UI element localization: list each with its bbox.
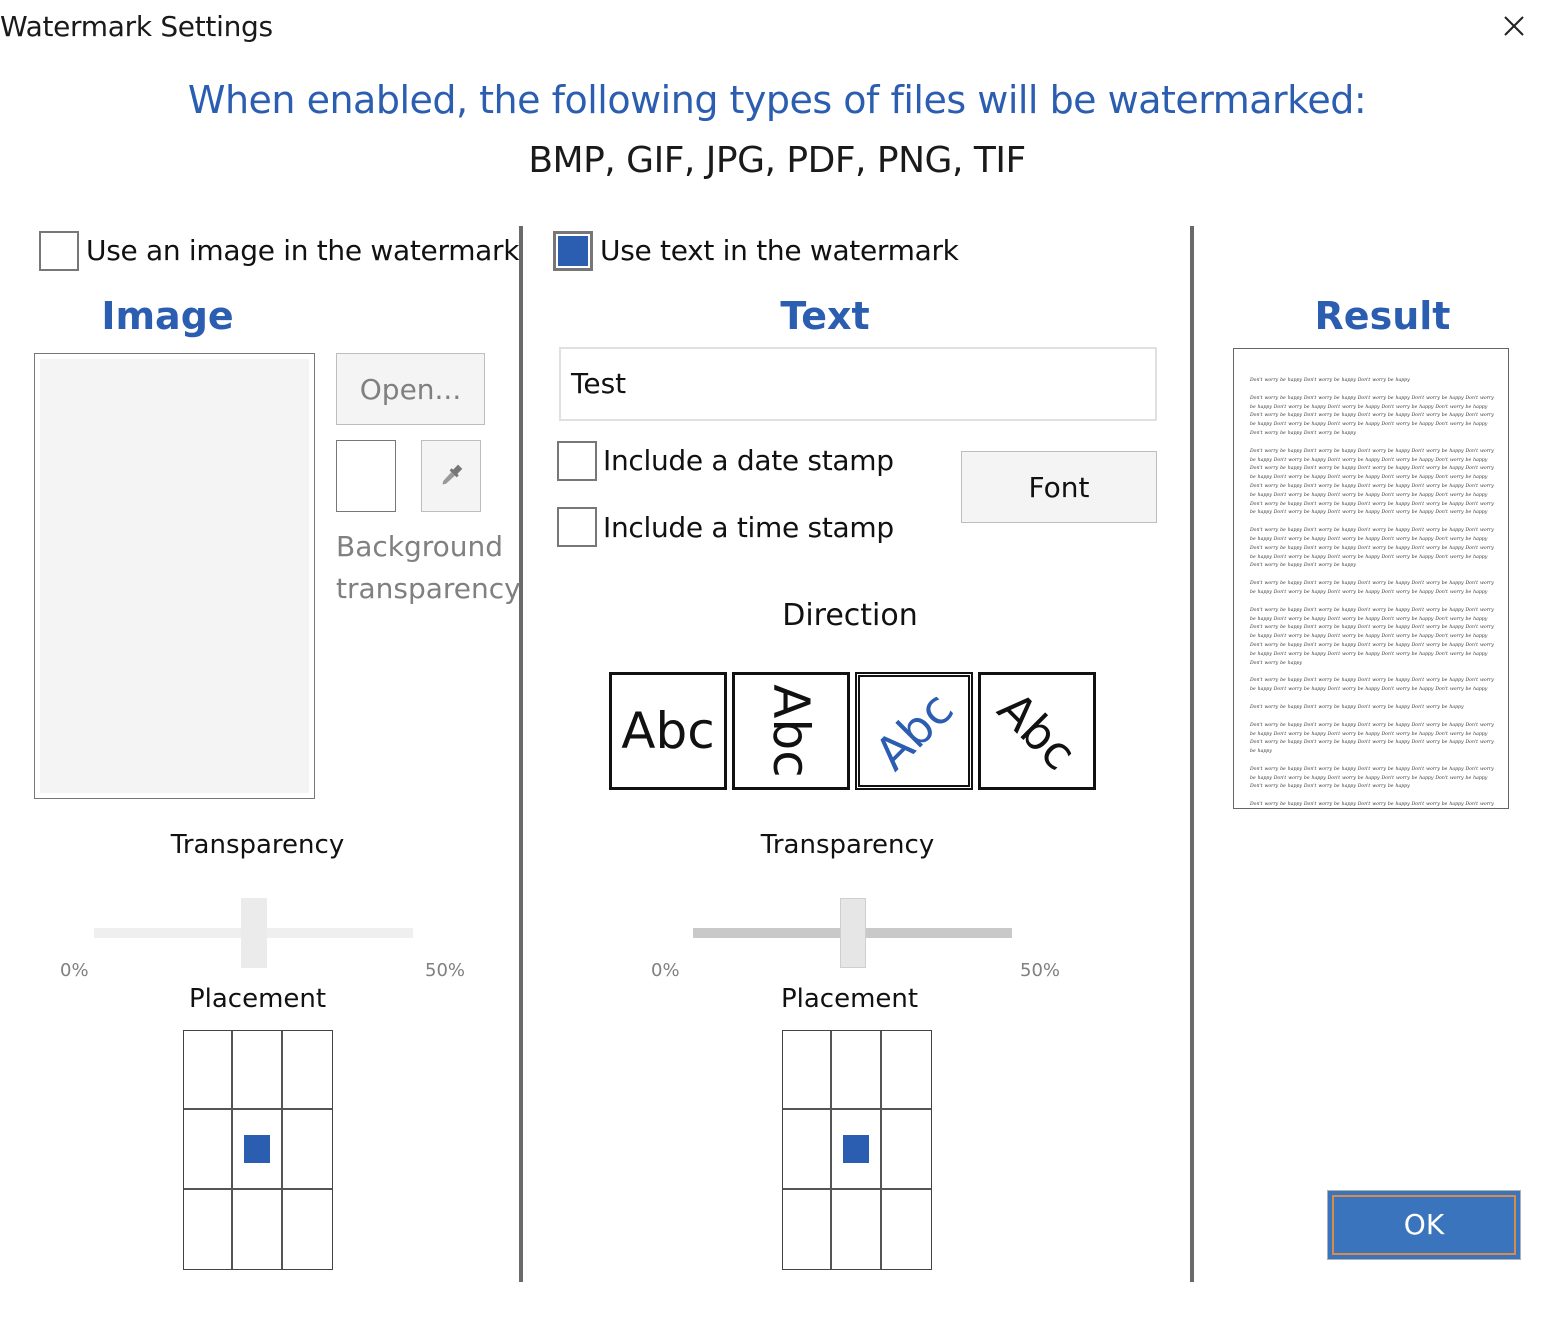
placement-bottom-center[interactable]	[832, 1189, 882, 1269]
close-button[interactable]	[1498, 10, 1530, 42]
image-placement-grid	[183, 1030, 333, 1270]
placement-middle-left[interactable]	[783, 1110, 833, 1190]
close-icon	[1504, 16, 1524, 36]
placement-top-center[interactable]	[832, 1031, 882, 1111]
text-slider-min: 0%	[651, 960, 680, 981]
image-slider-min: 0%	[60, 960, 89, 981]
preview-paragraph: Don't worry be happy Don't worry be happ…	[1250, 607, 1494, 666]
time-stamp-checkbox[interactable]	[557, 507, 597, 547]
placement-top-left[interactable]	[184, 1031, 234, 1111]
ok-button[interactable]: OK	[1327, 1190, 1521, 1260]
use-image-label: Use an image in the watermark	[86, 234, 520, 267]
divider-right	[1190, 226, 1194, 1282]
placement-top-left[interactable]	[783, 1031, 833, 1111]
direction-horizontal-sample: Abc	[621, 702, 715, 760]
date-stamp-label: Include a date stamp	[603, 444, 894, 477]
text-heading: Text	[780, 294, 870, 338]
open-image-button[interactable]: Open...	[336, 353, 485, 425]
preview-paragraph: Don't worry be happy Don't worry be happ…	[1250, 395, 1494, 436]
direction-vertical-sample: Abc	[762, 684, 820, 778]
placement-middle-right[interactable]	[881, 1110, 931, 1190]
direction-vertical[interactable]: Abc	[732, 672, 850, 790]
placement-middle-center[interactable]	[832, 1110, 882, 1190]
window-title: Watermark Settings	[0, 10, 273, 43]
result-heading: Result	[1314, 294, 1451, 338]
text-transparency-slider-thumb[interactable]	[839, 898, 866, 968]
preview-paragraph: Don't worry be happy Don't worry be happ…	[1250, 528, 1494, 569]
image-heading: Image	[101, 294, 234, 338]
preview-paragraph: Don't worry be happy Don't worry be happ…	[1250, 766, 1494, 790]
placement-top-center[interactable]	[233, 1031, 283, 1111]
background-transparency-label: Background transparency	[336, 530, 521, 605]
text-transparency-heading: Transparency	[760, 830, 935, 860]
preview-paragraph: Don't worry be happy Don't worry be happ…	[1250, 678, 1494, 693]
background-color-swatch[interactable]	[336, 440, 396, 512]
color-picker-button[interactable]	[421, 440, 481, 512]
divider-left	[519, 226, 523, 1282]
preview-paragraph: Don't worry be happy Don't worry be happ…	[1250, 581, 1494, 595]
preview-paragraph: Don't worry be happy Don't worry be happ…	[1250, 722, 1494, 755]
image-transparency-slider-thumb[interactable]	[240, 898, 267, 968]
watermark-text-input[interactable]: Test	[559, 347, 1157, 421]
preview-paragraph: Don't worry be happy Don't worry be happ…	[1250, 448, 1494, 516]
headline: When enabled, the following types of fil…	[187, 78, 1367, 122]
image-preview	[34, 353, 315, 799]
result-preview: Don't worry be happy Don't worry be happ…	[1233, 348, 1509, 809]
placement-middle-center[interactable]	[233, 1110, 283, 1190]
placement-middle-right[interactable]	[282, 1110, 332, 1190]
image-slider-max: 50%	[425, 960, 466, 981]
file-types: BMP, GIF, JPG, PDF, PNG, TIF	[528, 140, 1026, 181]
use-image-checkbox[interactable]	[39, 231, 79, 271]
placement-middle-left[interactable]	[184, 1110, 234, 1190]
placement-bottom-left[interactable]	[184, 1189, 234, 1269]
direction-diagonal-down-sample: Abc	[987, 681, 1087, 781]
text-slider-max: 50%	[1020, 960, 1061, 981]
image-transparency-heading: Transparency	[170, 830, 345, 860]
placement-bottom-right[interactable]	[882, 1190, 931, 1269]
use-text-label: Use text in the watermark	[600, 234, 959, 267]
direction-diagonal-up-sample: Abc	[864, 681, 964, 781]
preview-paragraph: Don't worry be happy Don't worry be happ…	[1250, 704, 1464, 710]
date-stamp-checkbox[interactable]	[557, 441, 597, 481]
use-text-checkbox[interactable]	[553, 231, 593, 271]
font-button[interactable]: Font	[961, 451, 1157, 523]
direction-heading: Direction	[782, 598, 918, 633]
direction-horizontal[interactable]: Abc	[609, 672, 727, 790]
time-stamp-label: Include a time stamp	[603, 511, 894, 544]
direction-diagonal-down[interactable]: Abc	[978, 672, 1096, 790]
preview-paragraph: Don't worry be happy Don't worry be happ…	[1250, 802, 1494, 808]
placement-bottom-center[interactable]	[233, 1189, 283, 1269]
text-placement-heading: Placement	[780, 984, 919, 1014]
placement-bottom-left[interactable]	[783, 1189, 833, 1269]
text-placement-grid	[782, 1030, 932, 1270]
placement-top-right[interactable]	[881, 1031, 931, 1111]
preview-paragraph: Don't worry be happy Don't worry be happ…	[1250, 378, 1410, 383]
eyedropper-icon	[442, 464, 463, 485]
placement-top-right[interactable]	[282, 1031, 332, 1111]
placement-bottom-right[interactable]	[283, 1190, 332, 1269]
image-placement-heading: Placement	[188, 984, 327, 1014]
direction-diagonal-up[interactable]: Abc	[855, 672, 973, 790]
